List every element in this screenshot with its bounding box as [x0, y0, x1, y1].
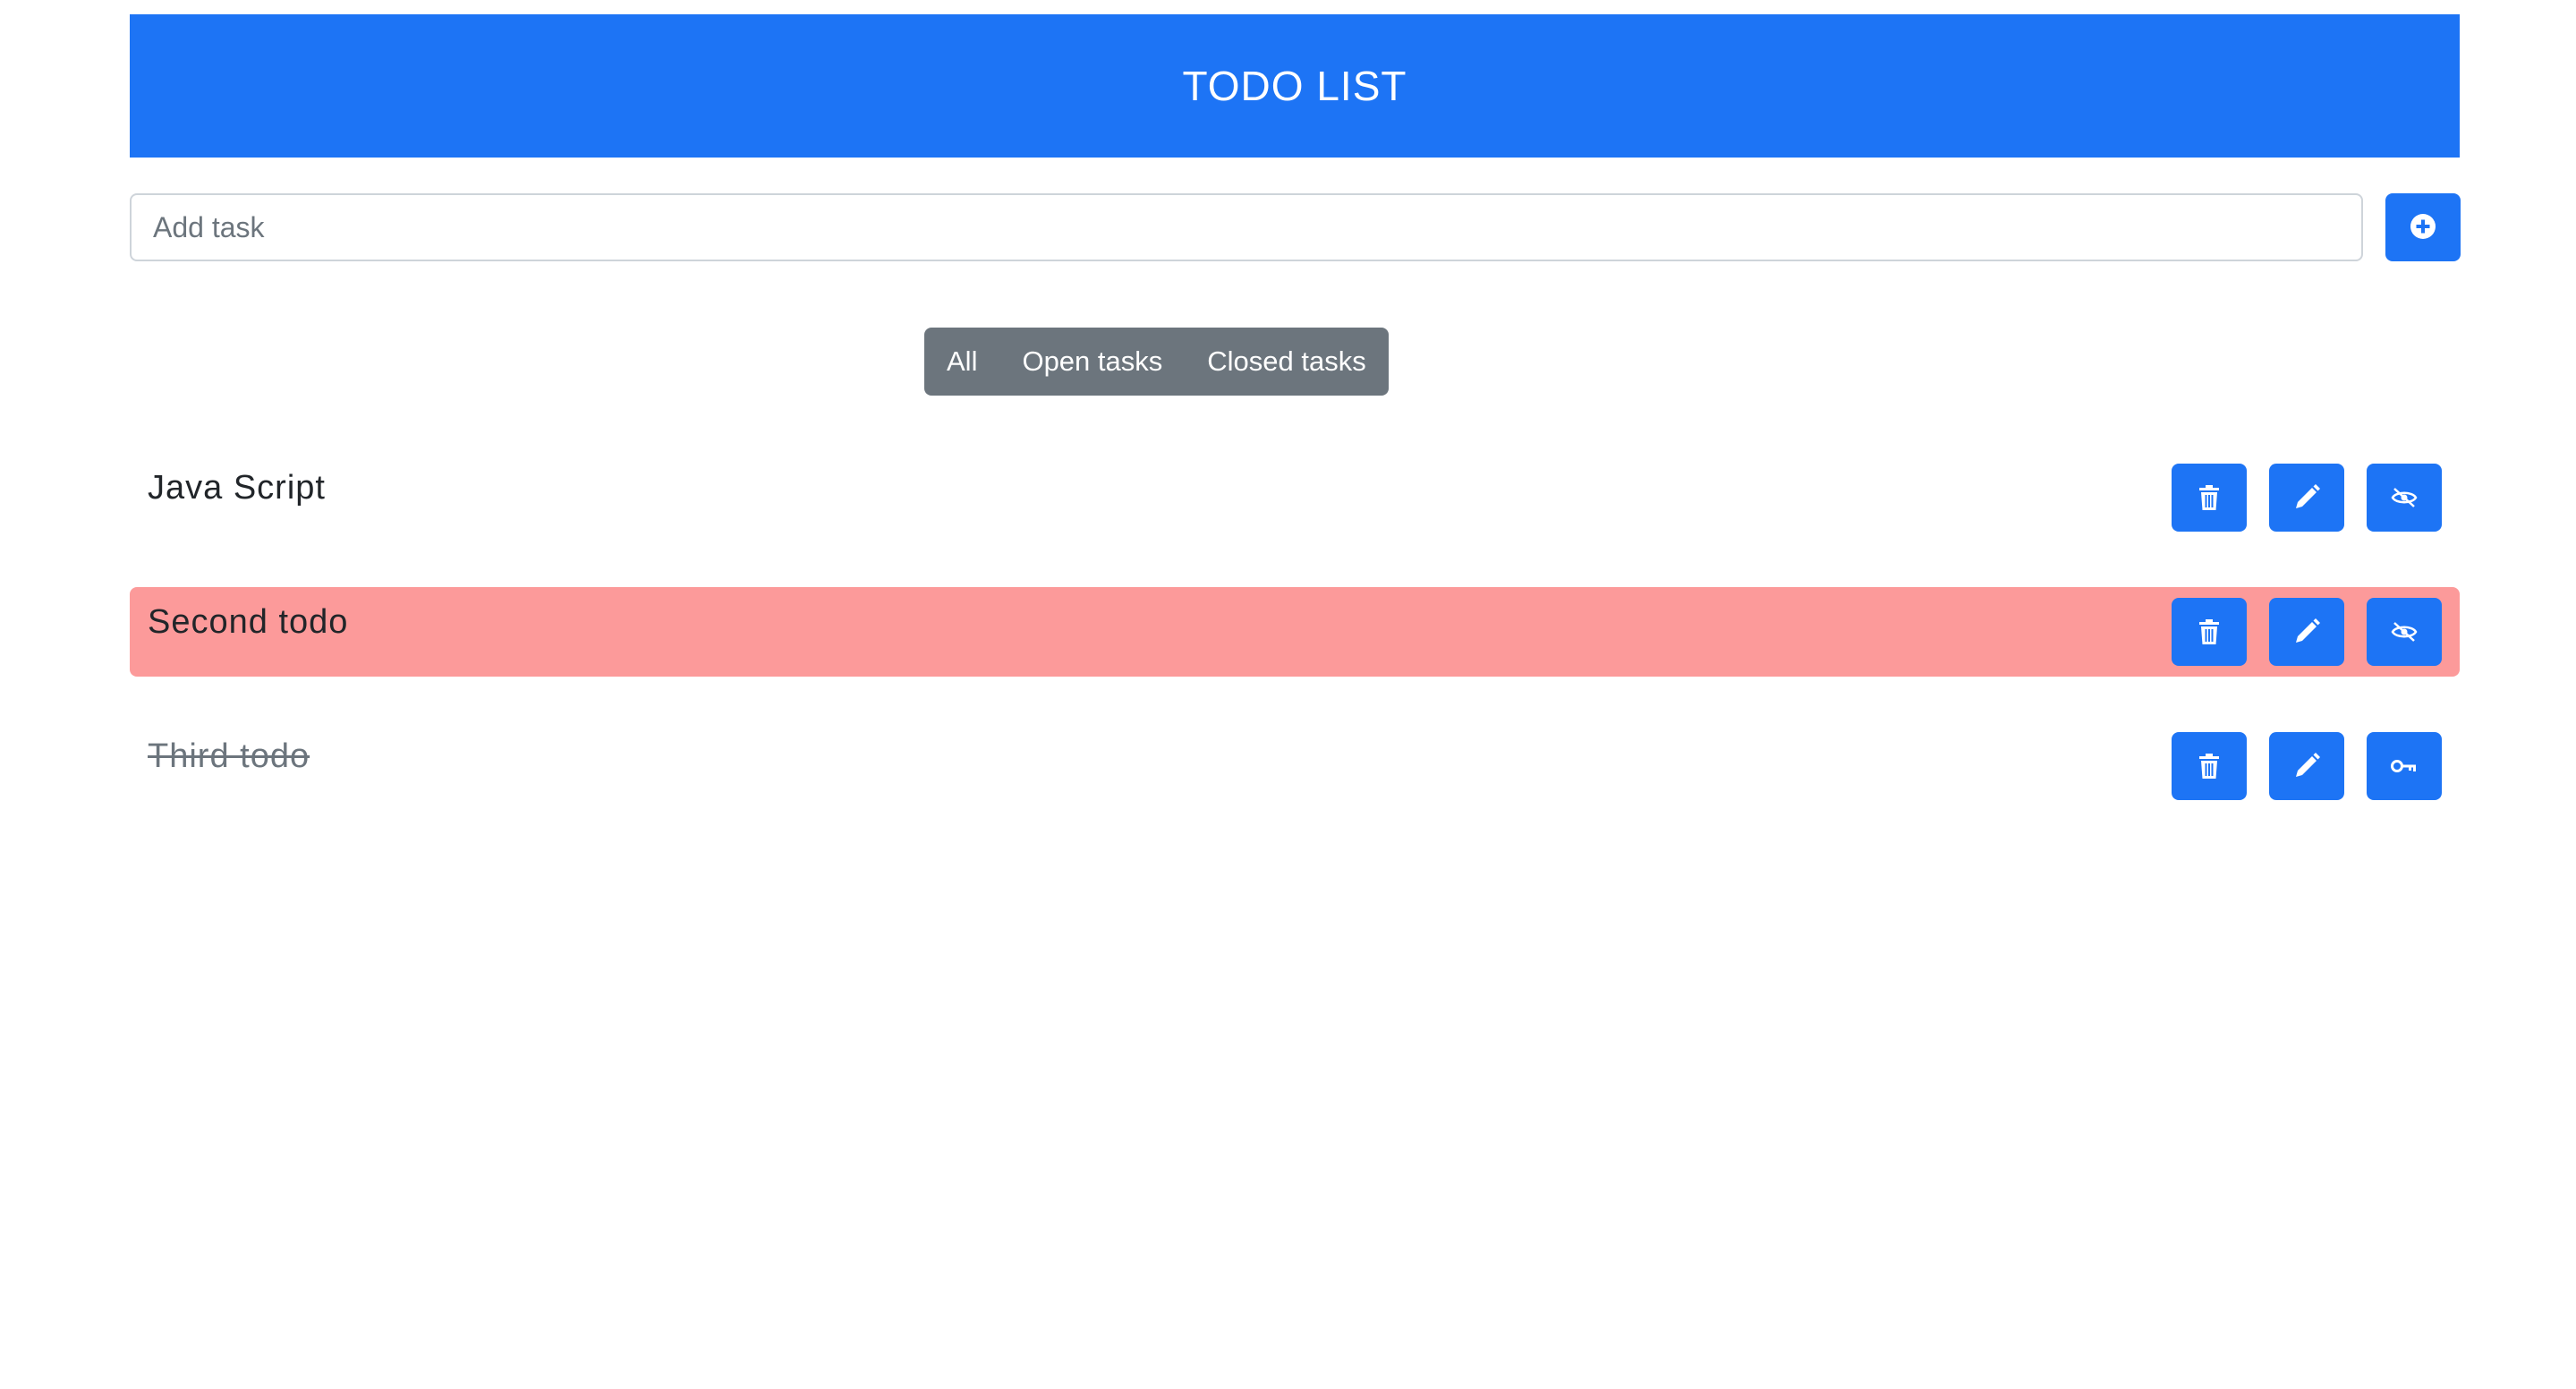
- eye-slash-icon: [2391, 486, 2418, 509]
- trash-icon: [2197, 753, 2222, 780]
- edit-button[interactable]: [2269, 464, 2344, 532]
- header-bar: TODO LIST: [130, 14, 2460, 158]
- todo-actions: [2172, 732, 2442, 800]
- edit-button[interactable]: [2269, 598, 2344, 666]
- edit-button[interactable]: [2269, 732, 2344, 800]
- add-task-button[interactable]: [2385, 193, 2461, 261]
- filter-closed-button[interactable]: Closed tasks: [1185, 328, 1388, 396]
- todo-text: Third todo: [148, 737, 310, 775]
- todo-actions: [2172, 598, 2442, 666]
- pencil-icon: [2292, 483, 2321, 512]
- reopen-button[interactable]: [2367, 732, 2442, 800]
- delete-button[interactable]: [2172, 598, 2247, 666]
- toggle-visibility-button[interactable]: [2367, 464, 2442, 532]
- delete-button[interactable]: [2172, 464, 2247, 532]
- filter-open-button[interactable]: Open tasks: [999, 328, 1185, 396]
- add-task-input[interactable]: [130, 193, 2363, 261]
- todo-item: Java Script: [130, 453, 2460, 542]
- todo-list: Java Script Second todo Third todo: [130, 453, 2460, 856]
- pencil-icon: [2292, 618, 2321, 646]
- filter-group: All Open tasks Closed tasks: [924, 328, 1389, 396]
- key-icon: [2391, 757, 2418, 775]
- pencil-icon: [2292, 752, 2321, 780]
- eye-slash-icon: [2391, 620, 2418, 643]
- todo-actions: [2172, 464, 2442, 532]
- todo-item-completed: Third todo: [130, 721, 2460, 811]
- todo-app: TODO LIST: [130, 14, 2461, 261]
- add-task-row: [130, 193, 2461, 261]
- trash-icon: [2197, 484, 2222, 511]
- todo-item-highlighted: Second todo: [130, 587, 2460, 677]
- filter-all-button[interactable]: All: [924, 328, 999, 396]
- trash-icon: [2197, 618, 2222, 645]
- delete-button[interactable]: [2172, 732, 2247, 800]
- todo-text: Second todo: [148, 603, 349, 641]
- page-title: TODO LIST: [1182, 63, 1407, 109]
- plus-circle-icon: [2410, 213, 2436, 243]
- toggle-visibility-button[interactable]: [2367, 598, 2442, 666]
- todo-text: Java Script: [148, 469, 326, 507]
